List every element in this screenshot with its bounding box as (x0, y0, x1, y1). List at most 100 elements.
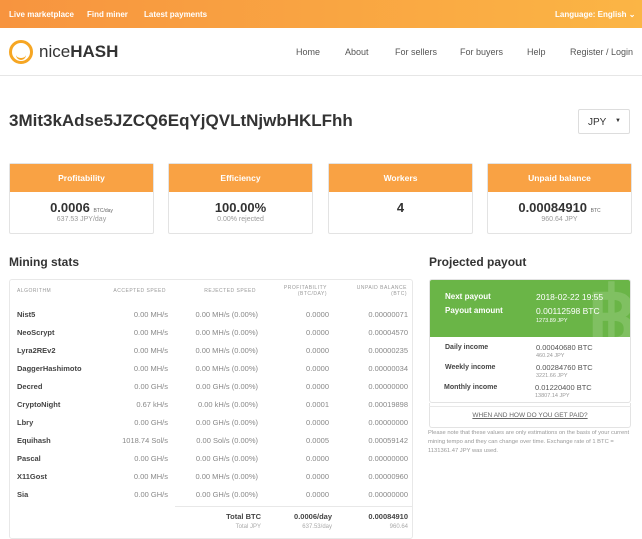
nav-help[interactable]: Help (527, 47, 546, 57)
table-row: Lbry 0.00 GH/s 0.00 GH/s (0.00%) 0.0000 0.00… (10, 414, 414, 432)
next-payout-label: Next payout (445, 292, 491, 301)
daily-income-jpy: 460.24 JPY (536, 353, 565, 359)
currency-select[interactable]: JPY ▼ (578, 109, 630, 134)
algorithm-cell: Nist5 (17, 310, 36, 319)
logo[interactable]: niceHASH (9, 40, 118, 64)
table-row: Decred 0.00 GH/s 0.00 GH/s (0.00%) 0.0000 0.… (10, 378, 414, 396)
monthly-income-jpy: 13807.14 JPY (535, 393, 570, 399)
logo-text-bold: HASH (70, 42, 119, 61)
profitability-cell: 0.0000 (306, 310, 329, 319)
profitability-cell: 0.0001 (306, 400, 329, 409)
weekly-income-btc: 0.00284760 BTC (536, 363, 593, 372)
nav-register-login[interactable]: Register / Login (570, 47, 633, 57)
unpaid-balance-cell: 0.00059142 (368, 436, 408, 445)
nav-about[interactable]: About (345, 47, 369, 57)
table-row: DaggerHashimoto 0.00 MH/s 0.00 MH/s (0.00%… (10, 360, 414, 378)
how-get-paid-link[interactable]: WHEN AND HOW DO YOU GET PAID? (429, 406, 631, 419)
smiley-logo-icon (9, 40, 33, 64)
payout-amount-jpy: 1273.89 JPY (536, 318, 568, 324)
rejected-speed-cell: 0.00 MH/s (0.00%) (195, 472, 258, 481)
accepted-speed-cell: 0.00 GH/s (134, 490, 168, 499)
table-row: Equihash 1018.74 Sol/s 0.00 Sol/s (0.00%) 0… (10, 432, 414, 450)
link-latest-payments[interactable]: Latest payments (144, 10, 207, 19)
unpaid-balance-cell: 0.00000235 (368, 346, 408, 355)
monthly-income-btc: 0.01220400 BTC (535, 383, 592, 392)
nav-home[interactable]: Home (296, 47, 320, 57)
accepted-speed-cell: 0.00 MH/s (133, 328, 168, 337)
payout-summary: ฿ Next payout 2018-02-22 19:55 Payout am… (430, 280, 630, 337)
unpaid-balance-cell: 0.00000000 (368, 382, 408, 391)
card-efficiency: Efficiency 100.00% 0.00% rejected (168, 163, 313, 234)
card-title: Unpaid balance (488, 164, 631, 192)
rejected-speed-cell: 0.00 GH/s (0.00%) (195, 418, 258, 427)
algorithm-cell: NeoScrypt (17, 328, 55, 337)
nav-for-buyers[interactable]: For buyers (460, 47, 503, 57)
profitability-cell: 0.0000 (306, 454, 329, 463)
algorithm-cell: Decred (17, 382, 43, 391)
language-selector[interactable]: Language: English ⌄ (555, 10, 636, 19)
chevron-down-icon: ⌄ (628, 10, 636, 19)
payout-amount-value: 0.00112598 BTC (536, 306, 600, 316)
next-payout-value: 2018-02-22 19:55 (536, 292, 604, 302)
top-bar: Live marketplace Find miner Latest payme… (0, 0, 642, 28)
projected-payout-title: Projected payout (429, 255, 527, 269)
card-sub: 637.53 JPY/day (56, 216, 107, 223)
rejected-speed-cell: 0.00 MH/s (0.00%) (195, 310, 258, 319)
col-profitability: PROFITABILITY (BTC/DAY) (283, 285, 327, 297)
unpaid-balance-cell: 0.00000000 (368, 490, 408, 499)
table-row: CryptoNight 0.67 kH/s 0.00 kH/s (0.00%) 0.0… (10, 396, 414, 414)
accepted-speed-cell: 0.00 MH/s (133, 346, 168, 355)
profitability-cell: 0.0000 (306, 364, 329, 373)
currency-value: JPY (588, 117, 607, 128)
accepted-speed-cell: 0.00 MH/s (133, 310, 168, 319)
col-unpaid-balance: UNPAID BALANCE (BTC) (356, 285, 407, 297)
profitability-cell: 0.0000 (306, 472, 329, 481)
profitability-cell: 0.0000 (306, 382, 329, 391)
unpaid-balance-cell: 0.00000000 (368, 418, 408, 427)
accepted-speed-cell: 0.00 GH/s (134, 382, 168, 391)
algorithm-cell: Lbry (17, 418, 34, 427)
algorithm-cell: Sia (17, 490, 29, 499)
profitability-cell: 0.0000 (306, 418, 329, 427)
total-jpy-label: Total JPY (235, 524, 261, 530)
rejected-speed-cell: 0.00 GH/s (0.00%) (195, 490, 258, 499)
unpaid-balance-cell: 0.00000071 (368, 310, 408, 319)
card-value: 100.00% (214, 200, 267, 215)
language-label: Language: English (555, 10, 627, 19)
daily-income-btc: 0.00040680 BTC (536, 343, 593, 352)
table-row: Sia 0.00 GH/s 0.00 GH/s (0.00%) 0.0000 0.000… (10, 486, 414, 504)
profitability-cell: 0.0000 (306, 490, 329, 499)
monthly-income-label: Monthly income (444, 384, 498, 391)
accepted-speed-cell: 1018.74 Sol/s (122, 436, 168, 445)
link-find-miner[interactable]: Find miner (87, 10, 128, 19)
card-title: Efficiency (169, 164, 312, 192)
col-rejected-speed: REJECTED SPEED (204, 288, 256, 294)
daily-income-label: Daily income (445, 344, 489, 351)
logo-text-light: nice (39, 42, 71, 61)
mining-stats-table: ALGORITHM ACCEPTED SPEED REJECTED SPEED … (9, 279, 413, 539)
nav-for-sellers[interactable]: For sellers (395, 47, 437, 57)
card-sub: 960.64 JPY (541, 216, 578, 223)
total-jpy-balance: 960.64 (389, 524, 408, 530)
weekly-income-label: Weekly income (445, 364, 496, 371)
algorithm-cell: Equihash (17, 436, 51, 445)
profitability-cell: 0.0005 (306, 436, 329, 445)
link-live-marketplace[interactable]: Live marketplace (9, 10, 74, 19)
card-unpaid-balance: Unpaid balance 0.00084910 BTC 960.64 JPY (487, 163, 632, 234)
profitability-cell: 0.0000 (306, 328, 329, 337)
estimation-note: Please note that these values are only e… (428, 430, 630, 454)
table-row: X11Gost 0.00 MH/s 0.00 MH/s (0.00%) 0.0000 0… (10, 468, 414, 486)
algorithm-cell: CryptoNight (17, 400, 61, 409)
table-row: Pascal 0.00 GH/s 0.00 GH/s (0.00%) 0.0000 0.… (10, 450, 414, 468)
algorithm-cell: DaggerHashimoto (17, 364, 82, 373)
col-accepted-speed: ACCEPTED SPEED (113, 288, 166, 294)
rejected-speed-cell: 0.00 kH/s (0.00%) (197, 400, 258, 409)
total-jpy-profit: 637.53/day (302, 524, 332, 530)
rejected-speed-cell: 0.00 GH/s (0.00%) (195, 454, 258, 463)
card-sub: 0.00% rejected (217, 216, 264, 223)
unpaid-balance-cell: 0.00000960 (368, 472, 408, 481)
table-row: NeoScrypt 0.00 MH/s 0.00 MH/s (0.00%) 0.000… (10, 324, 414, 342)
wallet-address: 3Mit3kAdse5JZCQ6EqYjQVLtNjwbHKLFhh (9, 111, 353, 130)
card-title: Profitability (10, 164, 153, 192)
unpaid-balance-cell: 0.00000000 (368, 454, 408, 463)
